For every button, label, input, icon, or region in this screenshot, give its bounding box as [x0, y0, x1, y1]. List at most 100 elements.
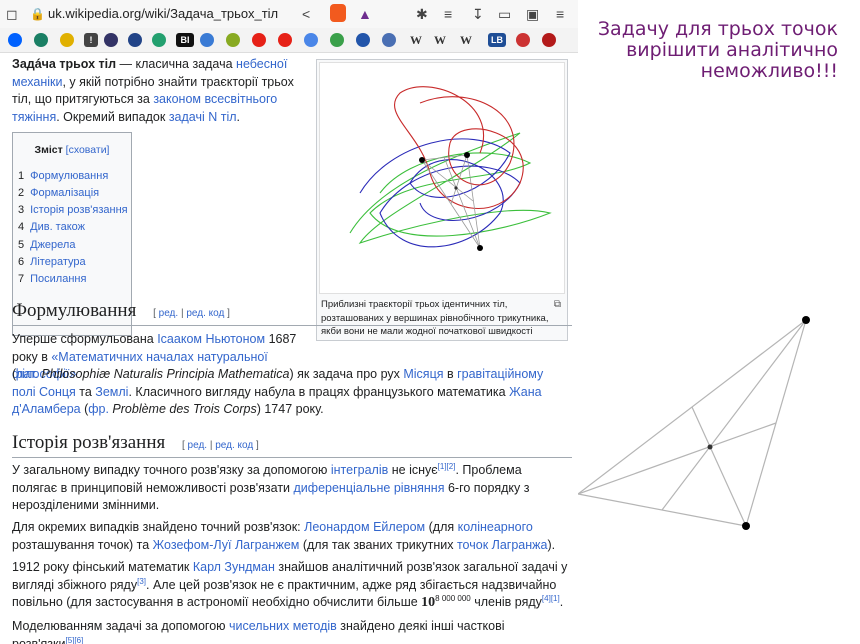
bi-icon[interactable]: BI [176, 33, 194, 47]
url-text[interactable]: uk.wikipedia.org/wiki/Задача_трьох_тіл [48, 6, 278, 21]
citation-link[interactable]: [3] [137, 576, 146, 585]
link-french[interactable]: фр. [88, 402, 109, 416]
toc-title: Зміст [сховати] [13, 142, 131, 160]
toc-item[interactable]: 5 Джерела [18, 237, 131, 254]
r-icon[interactable] [152, 33, 166, 47]
history-paragraph-4: Моделюванням задачі за допомогою чисельн… [12, 618, 568, 644]
edit-link[interactable]: ред. [188, 440, 208, 451]
toc-number: 5 [18, 238, 25, 251]
diamond-icon[interactable] [200, 33, 214, 47]
download-icon[interactable]: ↧ [472, 5, 484, 23]
toc-link[interactable]: Посилання [30, 273, 86, 285]
dropbox-icon[interactable] [8, 33, 22, 47]
toc-item[interactable]: 2 Формалізація [18, 185, 131, 202]
article-content: Задáча трьох тіл — класична задача небес… [0, 52, 578, 644]
bookmark-icon[interactable] [34, 33, 48, 47]
body-point [477, 245, 483, 251]
history-paragraph-1: У загальному випадку точного розв'язку з… [12, 462, 568, 515]
link-newton[interactable]: Ісааком Ньютоном [157, 332, 265, 346]
share-icon[interactable]: < [302, 5, 310, 23]
history-paragraph-2: Для окремих випадків знайдено точний роз… [12, 519, 572, 554]
puzzle-icon[interactable] [226, 33, 240, 47]
annotation-panel: Задачу для трьох точок вирішити аналітич… [578, 0, 860, 644]
sidebar-icon[interactable]: ▭ [498, 5, 511, 23]
playlist-icon[interactable]: ≡ [444, 5, 452, 23]
median-line [691, 406, 747, 527]
wikipedia-icon[interactable]: W [460, 33, 472, 48]
refresh-icon[interactable] [356, 33, 370, 47]
edit-link[interactable]: ред. [159, 308, 179, 319]
link-lagrange-points[interactable]: точок Лагранжа [457, 538, 548, 552]
leaf-icon[interactable] [330, 33, 344, 47]
text: Для окремих випадків знайдено точний роз… [12, 520, 305, 534]
link-euler[interactable]: Леонардом Ейлером [304, 520, 425, 534]
menu-icon[interactable]: ≡ [556, 5, 564, 23]
site-info-icon[interactable]: 🔒 [30, 5, 45, 23]
text: та [75, 384, 96, 399]
toc-item[interactable]: 7 Посилання [18, 271, 131, 288]
edit-source-link[interactable]: ред. код [186, 308, 224, 319]
toc-link[interactable]: Історія розв'язання [30, 204, 128, 216]
link-numerical-methods[interactable]: чисельних методів [229, 619, 337, 633]
exclamation-icon[interactable]: ! [84, 33, 98, 47]
thermometer-icon[interactable] [516, 33, 530, 47]
wikipedia-icon[interactable]: W [410, 33, 422, 48]
citation-link[interactable]: [1][2] [438, 462, 456, 471]
youtube-icon[interactable] [252, 33, 266, 47]
text: . [559, 595, 564, 609]
translate-icon[interactable] [304, 33, 318, 47]
globe-icon[interactable] [104, 33, 118, 47]
link-differential-equation[interactable]: диференціальне рівняння [294, 481, 445, 495]
toc-link[interactable]: Джерела [30, 239, 75, 251]
citation-link[interactable]: [1] [551, 594, 560, 603]
citation-link[interactable]: [5][6] [65, 635, 83, 644]
text: ) як задача про рух [289, 367, 404, 381]
edit-source-link[interactable]: ред. код [215, 440, 253, 451]
ublock-icon[interactable] [542, 33, 556, 47]
formulation-paragraph-cont: (лат. Philosophiæ Naturalis Principia Ma… [12, 366, 564, 419]
toc-number: 2 [18, 186, 25, 199]
link-earth[interactable]: Землі [95, 385, 128, 399]
toc-list: 1 Формулювання 2 Формалізація 3 Історія розв'… [13, 168, 131, 289]
toc-item[interactable]: 3 Історія розв'язання [18, 202, 131, 219]
link-moon[interactable]: Місяця [403, 367, 443, 381]
toc-link[interactable]: Література [30, 256, 85, 268]
address-bar[interactable]: ◻ 🔒 uk.wikipedia.org/wiki/Задача_трьох_т… [0, 0, 578, 29]
compass-icon[interactable] [128, 33, 142, 47]
wikipedia-icon[interactable]: W [434, 33, 446, 48]
toc-link[interactable]: Формулювання [30, 170, 108, 182]
link-latin[interactable]: лат. [16, 367, 38, 381]
link-integrals[interactable]: інтегралів [331, 463, 388, 477]
youtube-icon[interactable] [278, 33, 292, 47]
wallet-icon[interactable]: ▣ [526, 5, 539, 23]
lb-icon[interactable]: LB [488, 33, 506, 47]
three-body-trajectories-image[interactable] [319, 62, 565, 294]
trajectory-red [393, 86, 524, 209]
toc-link[interactable]: Формалізація [30, 187, 99, 199]
citation-link[interactable]: [4] [542, 594, 551, 603]
toc-link[interactable]: Див. також [30, 221, 85, 233]
toc-item[interactable]: 1 Формулювання [18, 168, 131, 185]
toc-item[interactable]: 4 Див. також [18, 219, 131, 236]
text: Уперше сформульована [12, 332, 158, 346]
link-n-body-problem[interactable]: задачі N тіл [169, 110, 237, 124]
link-sundman[interactable]: Карл Зундман [193, 560, 275, 574]
bookmark-icon[interactable]: ◻ [6, 5, 18, 23]
text: розташування точок) та [12, 537, 153, 552]
scholar-icon[interactable] [382, 33, 396, 47]
text: Моделюванням задачі за допомогою [12, 619, 229, 633]
extensions-icon[interactable]: ✱ [416, 5, 428, 23]
clock-icon[interactable] [60, 33, 74, 47]
rewards-triangle-icon[interactable]: ▲ [358, 5, 372, 23]
edit-links: [ ред. | ред. код ] [181, 440, 259, 451]
link-collinear[interactable]: колінеарного [458, 520, 533, 534]
trajectory-green [349, 132, 552, 245]
brave-shield-icon[interactable] [330, 4, 346, 22]
toc-item[interactable]: 6 Література [18, 254, 131, 271]
text: — класична задача [116, 57, 237, 71]
power-base: 10 [421, 595, 436, 610]
text: ). [547, 537, 556, 552]
link-lagrange[interactable]: Жозефом-Луї Лагранжем [153, 538, 300, 552]
toc-number: 4 [18, 221, 25, 234]
toc-hide-toggle[interactable]: [сховати] [66, 144, 110, 156]
